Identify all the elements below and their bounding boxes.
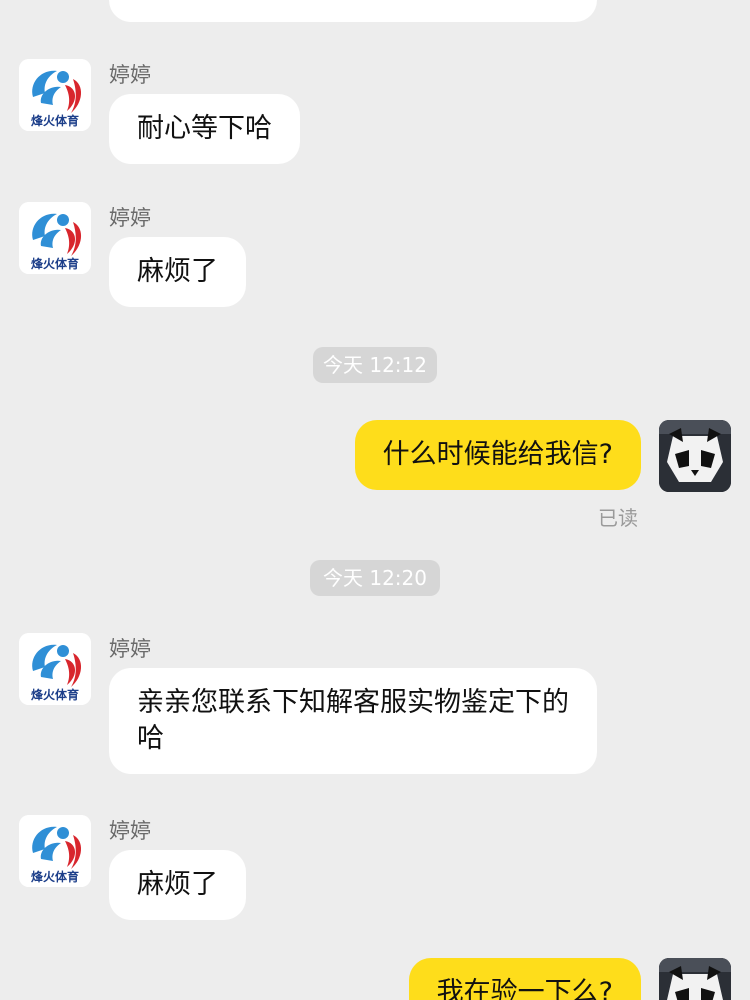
outgoing-message[interactable]: 我在验一下么?: [408, 958, 641, 1000]
contact-avatar[interactable]: 烽火体育: [19, 633, 91, 705]
chat-view: 烽火体育 婷婷 耐心等下哈 烽火体育 婷婷 麻烦了 今天 12:12 什么时候能…: [0, 0, 750, 1000]
outgoing-message[interactable]: 什么时候能给我信?: [354, 420, 641, 490]
logo-text: 烽火体育: [31, 256, 79, 271]
contact-avatar[interactable]: 烽火体育: [19, 202, 91, 274]
incoming-message[interactable]: 麻烦了: [109, 237, 246, 307]
user-avatar[interactable]: [659, 958, 731, 1000]
sender-name: 婷婷: [109, 63, 151, 87]
sender-name: 婷婷: [109, 819, 151, 843]
timestamp-divider: 今天 12:20: [310, 560, 440, 596]
logo-text: 烽火体育: [31, 113, 79, 128]
sender-name: 婷婷: [109, 206, 151, 230]
incoming-message[interactable]: 麻烦了: [109, 850, 246, 920]
timestamp-divider: 今天 12:12: [313, 347, 437, 383]
incoming-message[interactable]: 耐心等下哈: [109, 94, 300, 164]
logo-text: 烽火体育: [31, 869, 79, 884]
contact-avatar[interactable]: 烽火体育: [19, 815, 91, 887]
message-bubble-partial[interactable]: [109, 0, 597, 22]
logo-text: 烽火体育: [31, 687, 79, 702]
panda-mask-avatar-icon: [659, 420, 731, 492]
sports-logo-icon: 烽火体育: [19, 815, 91, 887]
sender-name: 婷婷: [109, 637, 151, 661]
sports-logo-icon: 烽火体育: [19, 202, 91, 274]
user-avatar[interactable]: [659, 420, 731, 492]
sports-logo-icon: 烽火体育: [19, 633, 91, 705]
read-status: 已读: [598, 506, 638, 530]
incoming-message[interactable]: 亲亲您联系下知解客服实物鉴定下的哈: [109, 668, 597, 774]
contact-avatar[interactable]: 烽火体育: [19, 59, 91, 131]
panda-mask-avatar-icon: [659, 958, 731, 1000]
sports-logo-icon: 烽火体育: [19, 59, 91, 131]
